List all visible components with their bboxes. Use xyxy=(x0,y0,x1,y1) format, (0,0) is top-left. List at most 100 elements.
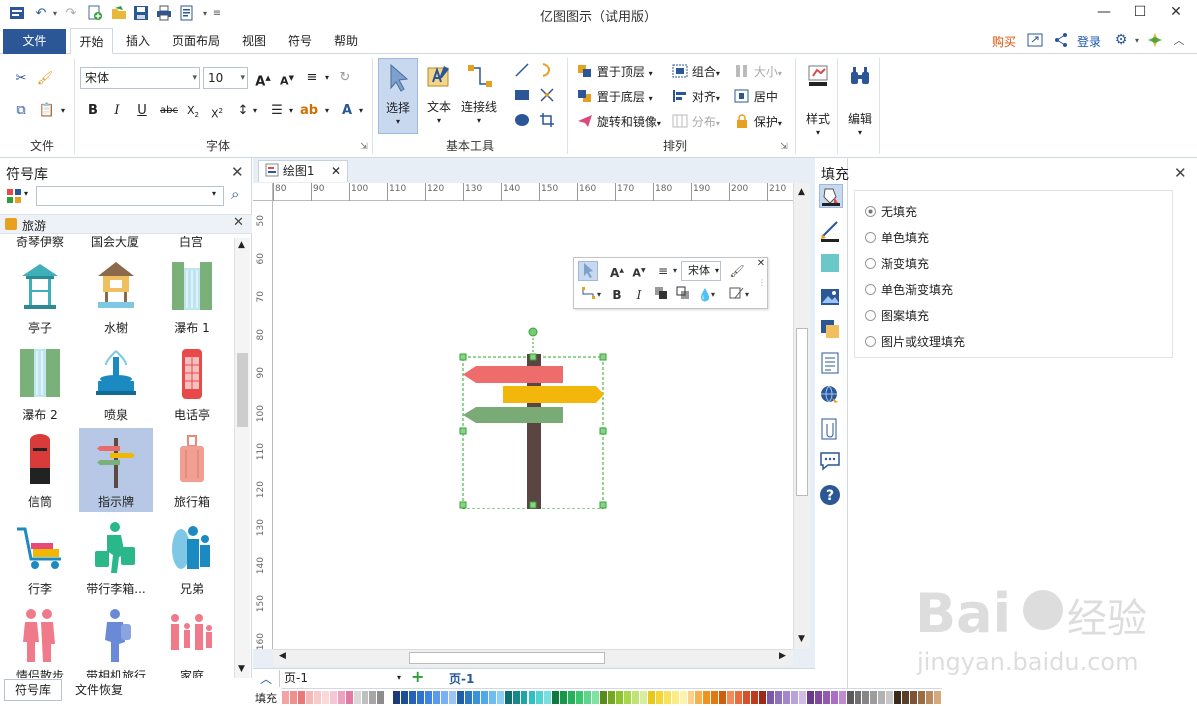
ellipse-tool-icon[interactable] xyxy=(513,112,531,130)
palette-swatch[interactable] xyxy=(631,691,639,704)
scroll-up-icon[interactable]: ▲ xyxy=(798,187,805,197)
copy-icon[interactable]: ⧉ xyxy=(12,102,30,120)
resize-handle[interactable] xyxy=(599,501,607,509)
palette-swatch[interactable] xyxy=(854,691,862,704)
close-fill-panel-icon[interactable]: ✕ xyxy=(1174,164,1187,182)
library-category-dropdown-icon[interactable]: ▾ xyxy=(24,189,28,198)
palette-swatch[interactable] xyxy=(751,691,759,704)
palette-swatch[interactable] xyxy=(695,691,703,704)
hyperlink-panel-icon[interactable] xyxy=(819,384,843,408)
underline-icon[interactable]: U xyxy=(133,102,151,120)
symbol-suitcase[interactable]: 旅行箱 xyxy=(155,428,229,512)
canvas-vertical-scrollbar[interactable]: ▲ ▼ xyxy=(793,183,810,649)
shadow-panel-icon[interactable] xyxy=(819,252,843,276)
text-align-dropdown-icon[interactable]: ▾ xyxy=(318,69,336,87)
tab-symbol-library[interactable]: 符号库 xyxy=(4,679,62,701)
rotate-mirror-button[interactable]: 旋转和镜像▾ xyxy=(577,113,661,130)
line-tool-icon[interactable] xyxy=(513,62,531,80)
palette-swatch[interactable] xyxy=(480,691,488,704)
palette-swatch[interactable] xyxy=(782,691,790,704)
fill-option-gradient[interactable]: 渐变填充 xyxy=(865,255,929,272)
center-button[interactable]: 居中 xyxy=(734,88,778,105)
theme-icon[interactable] xyxy=(1146,32,1164,50)
group-button[interactable]: 组合▾ xyxy=(672,63,720,80)
palette-swatch[interactable] xyxy=(369,691,377,704)
scroll-down-icon[interactable]: ▼ xyxy=(798,634,805,644)
canvas-horizontal-scrollbar[interactable]: ◀ ▶ xyxy=(273,649,793,666)
palette-swatch[interactable] xyxy=(433,691,441,704)
rotation-handle[interactable] xyxy=(528,327,538,337)
text-direction-icon[interactable]: ↻ xyxy=(336,69,354,87)
symbol-couple-walking[interactable]: 情侣散步 xyxy=(3,602,77,678)
image-panel-icon[interactable] xyxy=(819,286,843,310)
palette-swatch[interactable] xyxy=(608,691,615,704)
symbol-luggage-cart[interactable]: 行李 xyxy=(3,515,77,599)
crosshair-tool-icon[interactable] xyxy=(538,87,556,105)
subscript-icon[interactable]: X2 xyxy=(184,102,202,120)
palette-swatch[interactable] xyxy=(584,691,592,704)
category-header[interactable]: 旅游 ✕ xyxy=(0,214,252,234)
close-category-icon[interactable]: ✕ xyxy=(233,215,244,230)
scroll-down-icon[interactable]: ▼ xyxy=(238,664,245,674)
float-italic-icon[interactable]: I xyxy=(630,286,648,304)
select-dropdown-icon[interactable]: ▾ xyxy=(379,117,417,126)
add-page-icon[interactable]: + xyxy=(411,667,424,686)
file-menu-button[interactable]: 文件 xyxy=(3,29,66,54)
grow-font-icon[interactable]: A▲ xyxy=(254,69,272,89)
palette-swatch[interactable] xyxy=(305,691,313,704)
symbol-waterfall-2[interactable]: 瀑布 2 xyxy=(3,341,77,425)
float-shrink-font-icon[interactable]: A▼ xyxy=(630,262,648,280)
palette-swatch[interactable] xyxy=(719,691,727,704)
palette-swatch[interactable] xyxy=(528,691,536,704)
resize-handle[interactable] xyxy=(459,501,467,509)
palette-swatch[interactable] xyxy=(655,691,663,704)
tab-insert[interactable]: 插入 xyxy=(118,28,158,54)
palette-swatch[interactable] xyxy=(870,691,878,704)
format-painter-icon[interactable]: 🖌 xyxy=(36,70,54,88)
palette-swatch[interactable] xyxy=(862,691,870,704)
palette-swatch[interactable] xyxy=(894,691,902,704)
send-to-back-button[interactable]: 置于底层 ▾ xyxy=(577,88,653,105)
tab-home[interactable]: 开始 xyxy=(70,28,113,54)
palette-swatch[interactable] xyxy=(297,691,305,704)
palette-swatch[interactable] xyxy=(560,691,568,704)
tab-page-layout[interactable]: 页面布局 xyxy=(165,28,227,54)
palette-swatch[interactable] xyxy=(902,691,910,704)
superscript-icon[interactable]: X2 xyxy=(208,102,226,121)
palette-swatch[interactable] xyxy=(687,691,695,704)
buy-link[interactable]: 购买 xyxy=(992,33,1016,50)
palette-swatch[interactable] xyxy=(425,691,433,704)
palette-swatch[interactable] xyxy=(568,691,576,704)
palette-swatch[interactable] xyxy=(639,691,647,704)
palette-swatch[interactable] xyxy=(767,691,774,704)
page-list-toggle-icon[interactable]: ︿ xyxy=(260,670,272,687)
palette-swatch[interactable] xyxy=(512,691,520,704)
bring-to-front-button[interactable]: 置于顶层 ▾ xyxy=(577,63,653,80)
connector-dropdown-icon[interactable]: ▾ xyxy=(458,116,500,125)
italic-icon[interactable]: I xyxy=(108,102,126,120)
tab-help[interactable]: 帮助 xyxy=(328,28,364,54)
palette-swatch[interactable] xyxy=(790,691,798,704)
tab-view[interactable]: 视图 xyxy=(236,28,272,54)
text-dropdown-icon[interactable]: ▾ xyxy=(420,116,458,125)
palette-swatch[interactable] xyxy=(544,691,552,704)
palette-swatch[interactable] xyxy=(838,691,846,704)
style-button[interactable]: 样式 ▾ xyxy=(800,60,836,140)
size-button[interactable]: 大小▾ xyxy=(734,63,782,80)
library-category-icon[interactable] xyxy=(6,188,22,204)
line-spacing-dropdown-icon[interactable]: ▾ xyxy=(246,102,264,120)
line-panel-icon[interactable] xyxy=(819,220,843,244)
page-tab-1[interactable]: 页-1 xyxy=(449,670,474,687)
palette-swatch[interactable] xyxy=(496,691,504,704)
palette-swatch[interactable] xyxy=(934,691,941,704)
connector-tool-button[interactable]: 连接线 ▾ xyxy=(458,58,500,134)
palette-swatch[interactable] xyxy=(377,691,385,704)
fill-option-single-gradient[interactable]: 单色渐变填充 xyxy=(865,281,953,298)
edit-dropdown-icon[interactable]: ▾ xyxy=(842,128,878,137)
symbol-travel-with-camera[interactable]: 带相机旅行 xyxy=(79,602,153,678)
rectangle-tool-icon[interactable] xyxy=(513,87,531,105)
scroll-left-icon[interactable]: ◀ xyxy=(279,651,286,661)
palette-swatch[interactable] xyxy=(337,691,345,704)
palette-swatch[interactable] xyxy=(798,691,806,704)
canvas-hscroll-thumb[interactable] xyxy=(409,652,605,664)
